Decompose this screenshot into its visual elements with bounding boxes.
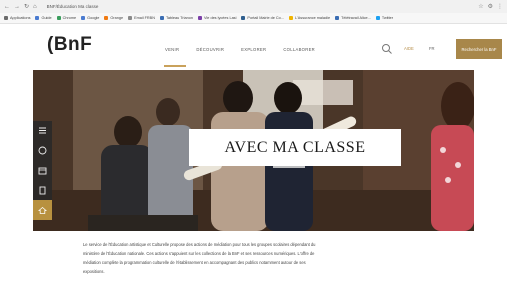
cta-button[interactable]: Rechercher la BnF (456, 39, 502, 59)
bookmark-label: Orange (110, 16, 124, 20)
forward-icon[interactable]: → (14, 4, 20, 10)
bookmark-item[interactable]: Chrome (56, 16, 77, 20)
bookmark-item[interactable]: L'Assurance maladie (288, 16, 331, 20)
home-icon[interactable] (33, 200, 52, 220)
bookmark-label: Chrome (62, 16, 77, 20)
hero-image: AVEC MA CLASSE (33, 70, 474, 231)
help-icon[interactable] (33, 140, 52, 161)
intro-paragraph: Le service de l'Éducation artistique et … (83, 240, 433, 276)
menu-icon[interactable] (33, 121, 52, 141)
bnf-logo[interactable]: (BnF (47, 34, 92, 56)
search-icon[interactable] (381, 43, 393, 55)
nav-collaborer[interactable]: COLLABORER (283, 47, 315, 52)
nav-explorer[interactable]: EXPLORER (241, 47, 266, 52)
bookmark-icon (104, 16, 109, 20)
bookmark-label: Twitter (381, 16, 394, 20)
bookmark-icon (56, 16, 61, 20)
hero-title-box: AVEC MA CLASSE (189, 129, 401, 166)
calendar-icon[interactable] (33, 160, 52, 181)
bookmark-label: Guide (41, 16, 52, 20)
bookmark-icon (128, 16, 133, 20)
bookmark-label: Google (87, 16, 100, 20)
page-title: AVEC MA CLASSE (224, 138, 366, 156)
bookmark-item[interactable]: Twitter (375, 16, 394, 20)
home-browser-icon[interactable]: ⌂ (33, 4, 37, 10)
bookmark-item[interactable]: Orange (104, 16, 123, 20)
intro-line: ministère de l'Éducation nationale. Ces … (83, 251, 315, 256)
bookmark-item[interactable]: Email FRBN (128, 16, 155, 20)
bookmark-icon (81, 16, 86, 20)
intro-line: expositions. (83, 269, 105, 274)
bookmark-label: Portail Mairie de Co... (247, 16, 284, 20)
bookmark-label: Télétravail Alice... (341, 16, 371, 20)
nav-active-indicator (164, 65, 186, 67)
site-header: (BnF VENIR DÉCOUVRIR EXPLORER COLLABORER… (0, 24, 507, 70)
language-selector[interactable]: FR (429, 46, 435, 51)
intro-line: Le service de l'Éducation artistique et … (83, 242, 316, 247)
bookmark-label: Tableau Trianon (165, 16, 193, 20)
nav-venir[interactable]: VENIR (165, 47, 179, 52)
bookmark-item[interactable]: Vie des lycées Lasi (197, 16, 237, 20)
star-icon[interactable]: ☆ (478, 3, 483, 10)
main-nav: VENIR DÉCOUVRIR EXPLORER COLLABORER (165, 47, 315, 52)
bookmark-icon (335, 16, 340, 20)
bookmark-label: Email FRBN (134, 16, 155, 20)
bookmark-item[interactable]: Télétravail Alice... (335, 16, 371, 20)
bookmarks-bar: Applications Guide Chrome Google Orange Email… (0, 13, 507, 24)
browser-toolbar: ← → ↻ ⌂ BNF/Éducation Ma classe ☆ ⚙ ⋮ (0, 0, 507, 13)
back-icon[interactable]: ← (4, 4, 10, 10)
side-toolbar (33, 121, 52, 220)
bookmark-icon (241, 16, 246, 20)
bookmark-item[interactable]: Tableau Trianon (159, 16, 193, 20)
bookmark-label: Vie des lycées Lasi (203, 16, 237, 20)
bookmark-item[interactable]: Guide (35, 16, 52, 20)
bookmark-icon (288, 16, 293, 20)
bookmark-icon (375, 16, 380, 20)
bookmark-icon (159, 16, 164, 20)
bookmark-label: Applications (10, 16, 31, 20)
address-bar[interactable]: BNF/Éducation Ma classe (47, 4, 99, 9)
reload-icon[interactable]: ↻ (24, 4, 29, 10)
help-link[interactable]: AIDE (404, 46, 414, 51)
bookmark-item[interactable]: Applications (4, 16, 30, 20)
bookmark-item[interactable]: Portail Mairie de Co... (241, 16, 284, 20)
document-icon[interactable] (33, 180, 52, 201)
bookmark-icon (4, 16, 8, 20)
bookmark-icon (197, 16, 202, 20)
menu-dots-icon[interactable]: ⋮ (497, 3, 503, 10)
bookmark-item[interactable]: Google (81, 16, 99, 20)
extensions-icon[interactable]: ⚙ (488, 3, 493, 10)
nav-decouvrir[interactable]: DÉCOUVRIR (196, 47, 224, 52)
bookmark-icon (35, 16, 40, 20)
intro-line: médiation complète la programmation cult… (83, 260, 306, 265)
bookmark-label: L'Assurance maladie (294, 16, 331, 20)
